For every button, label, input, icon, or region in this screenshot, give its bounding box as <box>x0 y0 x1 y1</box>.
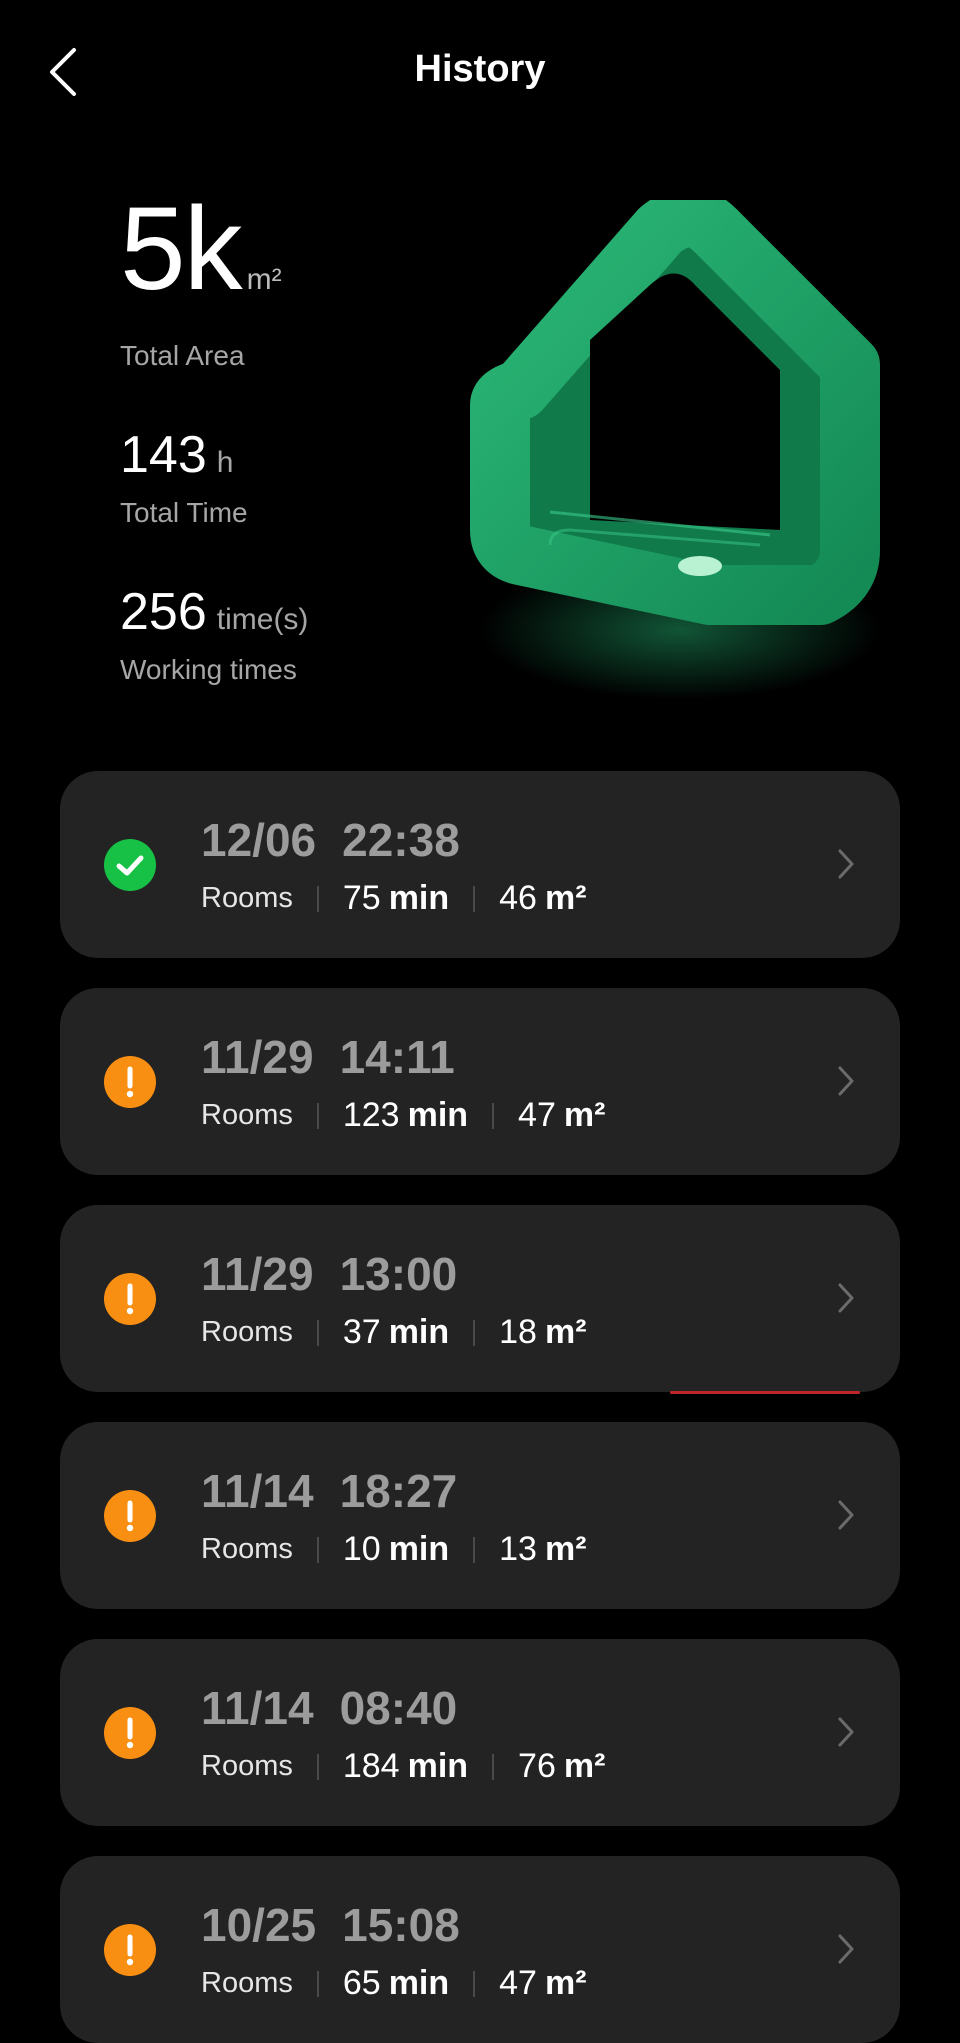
record-time: 14:11 <box>339 1031 455 1083</box>
divider <box>316 1102 319 1129</box>
record-area: 76 <box>518 1747 556 1785</box>
record-duration-unit: min <box>388 1530 450 1568</box>
divider <box>492 1753 495 1780</box>
record-duration: 184 <box>342 1747 400 1785</box>
working-times-value: 256 time(s) <box>120 582 308 642</box>
divider <box>316 1319 319 1346</box>
record-details: Rooms 184 min 76 m² <box>201 1747 605 1786</box>
record-rooms: Rooms <box>201 1533 293 1565</box>
divider <box>473 885 476 912</box>
history-record-card[interactable]: 11/14 18:27 Rooms 10 min 13 m² <box>60 1422 900 1609</box>
record-duration-unit: min <box>407 1096 469 1134</box>
total-time-value: 143 h <box>120 425 233 485</box>
working-times-label: Working times <box>120 654 297 685</box>
divider <box>473 1319 476 1346</box>
record-duration: 75 <box>342 879 381 917</box>
divider <box>316 885 319 912</box>
history-record-card[interactable]: 11/14 08:40 Rooms 184 min 76 m² <box>60 1639 900 1826</box>
record-area-unit: m² <box>544 1530 587 1568</box>
history-record-card[interactable]: 12/06 22:38 Rooms 75 min 46 m² <box>60 771 900 958</box>
total-time-label: Total Time <box>120 497 248 528</box>
record-area: 18 <box>499 1313 537 1351</box>
total-time-number: 143 <box>120 426 207 484</box>
record-datetime: 11/29 13:00 <box>201 1247 457 1301</box>
chevron-right-icon <box>838 1934 854 1964</box>
record-datetime: 11/14 08:40 <box>201 1681 457 1735</box>
underlay-accent-strip <box>670 1391 860 1394</box>
record-rooms: Rooms <box>201 1099 293 1131</box>
warning-status-icon <box>104 1056 156 1108</box>
record-area: 47 <box>499 1964 537 2002</box>
warning-status-icon <box>104 1924 156 1976</box>
divider <box>316 1753 319 1780</box>
record-details: Rooms 37 min 18 m² <box>201 1313 587 1352</box>
record-details: Rooms 123 min 47 m² <box>201 1096 605 1135</box>
record-details: Rooms 65 min 47 m² <box>201 1964 587 2003</box>
completed-status-icon <box>104 839 156 891</box>
chevron-right-icon <box>838 1283 854 1313</box>
record-area: 47 <box>518 1096 556 1134</box>
record-duration: 123 <box>342 1096 400 1134</box>
total-area-value: 5k m² <box>120 190 282 308</box>
top-bar: History <box>0 0 960 145</box>
history-record-card[interactable]: 10/25 15:08 Rooms 65 min 47 m² <box>60 1856 900 2043</box>
record-time: 18:27 <box>339 1465 458 1517</box>
total-time-unit: h <box>216 446 234 479</box>
divider <box>316 1536 319 1563</box>
history-record-card[interactable]: 11/29 13:00 Rooms 37 min 18 m² <box>60 1205 900 1392</box>
record-date: 11/14 <box>201 1465 314 1517</box>
record-area-unit: m² <box>544 879 587 917</box>
record-time: 13:00 <box>339 1248 458 1300</box>
warning-status-icon <box>104 1273 156 1325</box>
chevron-right-icon <box>838 1500 854 1530</box>
chevron-right-icon <box>838 1066 854 1096</box>
divider <box>492 1102 495 1129</box>
record-time: 22:38 <box>342 814 460 866</box>
record-details: Rooms 10 min 13 m² <box>201 1530 587 1569</box>
record-duration-unit: min <box>388 1964 450 2002</box>
record-area-unit: m² <box>544 1964 587 2002</box>
record-area-unit: m² <box>563 1096 606 1134</box>
record-duration-unit: min <box>407 1747 469 1785</box>
divider <box>473 1536 476 1563</box>
working-times-unit: time(s) <box>216 603 309 636</box>
record-date: 12/06 <box>201 814 317 866</box>
record-date: 11/14 <box>201 1682 314 1734</box>
record-area-unit: m² <box>563 1747 606 1785</box>
record-datetime: 11/29 14:11 <box>201 1030 455 1084</box>
record-duration: 37 <box>342 1313 381 1351</box>
total-area-label: Total Area <box>120 340 245 371</box>
record-datetime: 12/06 22:38 <box>201 813 460 867</box>
record-date: 10/25 <box>201 1899 317 1951</box>
record-area: 46 <box>499 879 537 917</box>
record-duration-unit: min <box>388 879 450 917</box>
warning-status-icon <box>104 1707 156 1759</box>
record-rooms: Rooms <box>201 1316 293 1348</box>
record-time: 08:40 <box>339 1682 458 1734</box>
record-datetime: 11/14 18:27 <box>201 1464 457 1518</box>
total-area-unit: m² <box>246 263 282 296</box>
history-record-card[interactable]: 11/29 14:11 Rooms 123 min 47 m² <box>60 988 900 1175</box>
record-date: 11/29 <box>201 1248 314 1300</box>
record-time: 15:08 <box>342 1899 460 1951</box>
record-details: Rooms 75 min 46 m² <box>201 879 587 918</box>
chevron-right-icon <box>838 849 854 879</box>
chevron-right-icon <box>838 1717 854 1747</box>
record-date: 11/29 <box>201 1031 314 1083</box>
record-rooms: Rooms <box>201 1750 293 1782</box>
house-illustration <box>470 200 880 700</box>
page-title: History <box>414 48 546 90</box>
record-datetime: 10/25 15:08 <box>201 1898 460 1952</box>
record-rooms: Rooms <box>201 882 293 914</box>
record-area: 13 <box>499 1530 537 1568</box>
record-area-unit: m² <box>544 1313 587 1351</box>
working-times-number: 256 <box>120 583 207 641</box>
record-rooms: Rooms <box>201 1967 293 1999</box>
record-duration-unit: min <box>388 1313 450 1351</box>
record-duration: 65 <box>342 1964 381 2002</box>
record-duration: 10 <box>342 1530 381 1568</box>
total-area-number: 5k <box>120 183 243 315</box>
warning-status-icon <box>104 1490 156 1542</box>
